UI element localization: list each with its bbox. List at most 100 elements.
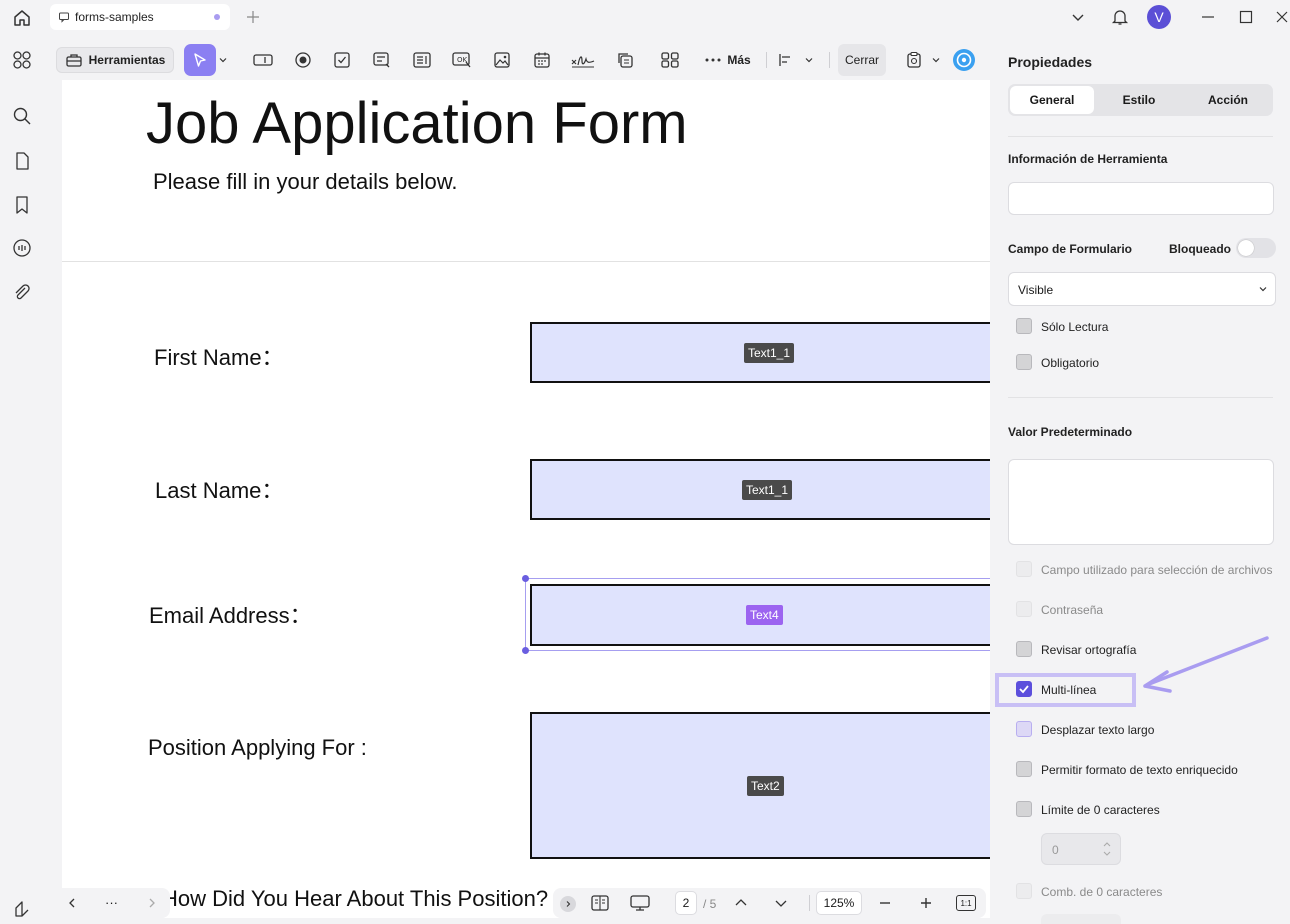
button-tool[interactable]: OK bbox=[450, 47, 474, 73]
tab-action[interactable]: Acción bbox=[1185, 86, 1271, 114]
visibility-select[interactable]: Visible bbox=[1008, 272, 1276, 306]
check-icon bbox=[1019, 685, 1029, 694]
combo-box-tool[interactable] bbox=[370, 47, 394, 73]
grid-layout-icon bbox=[661, 52, 679, 68]
close-button[interactable]: Cerrar bbox=[838, 44, 886, 76]
tooltip-input[interactable] bbox=[1008, 182, 1274, 215]
page-current: 2 bbox=[682, 896, 690, 910]
actual-size-button[interactable]: 1:1 bbox=[956, 895, 976, 911]
pages-icon[interactable] bbox=[11, 150, 33, 172]
image-field-tool[interactable] bbox=[490, 47, 514, 73]
locked-label: Bloqueado bbox=[1169, 242, 1231, 256]
combo-box-icon bbox=[373, 52, 390, 68]
duplicate-tool[interactable] bbox=[613, 47, 637, 73]
reading-mode-icon[interactable] bbox=[590, 894, 610, 912]
page-number-input[interactable]: 2 bbox=[675, 891, 697, 915]
home-icon[interactable] bbox=[11, 7, 33, 29]
signature-tool[interactable] bbox=[568, 47, 598, 73]
bell-icon[interactable] bbox=[1109, 6, 1131, 28]
comb-label: Comb. de 0 caracteres bbox=[1041, 885, 1163, 899]
comments-icon[interactable] bbox=[11, 237, 33, 259]
toggle-knob bbox=[1238, 240, 1254, 256]
default-value-input[interactable] bbox=[1008, 459, 1274, 545]
spellcheck-checkbox[interactable] bbox=[1016, 641, 1032, 657]
radio-button-tool[interactable] bbox=[291, 47, 315, 73]
checkbox-tool[interactable] bbox=[330, 47, 354, 73]
align-left-icon bbox=[779, 54, 790, 66]
form-recognition-dropdown[interactable] bbox=[930, 47, 942, 73]
zoom-out-icon[interactable] bbox=[878, 896, 892, 910]
new-tab-icon[interactable] bbox=[243, 7, 263, 27]
scroll-text-label: Desplazar texto largo bbox=[1041, 723, 1155, 737]
document-tab[interactable]: forms-samples bbox=[50, 4, 230, 30]
title-bar: forms-samples V bbox=[0, 0, 1290, 36]
chevron-right-icon[interactable] bbox=[146, 897, 158, 909]
zoom-in-icon[interactable] bbox=[919, 896, 933, 910]
form-toolbar: Herramientas OK Más Cerrar bbox=[52, 40, 987, 80]
char-limit-label: Límite de 0 caracteres bbox=[1041, 803, 1160, 817]
tooltip-label: Información de Herramienta bbox=[1008, 152, 1168, 166]
close-window-icon[interactable] bbox=[1273, 7, 1290, 27]
grid-icon[interactable] bbox=[11, 49, 33, 71]
chevron-up-icon[interactable] bbox=[734, 896, 748, 910]
document-page: Job Application Form Please fill in your… bbox=[62, 80, 990, 918]
char-limit-stepper[interactable]: 0 bbox=[1041, 833, 1121, 865]
avatar[interactable]: V bbox=[1147, 5, 1171, 29]
char-limit-checkbox[interactable] bbox=[1016, 801, 1032, 817]
text-field-tool[interactable] bbox=[251, 47, 275, 73]
hear-about-label: How Did You Hear About This Position? bbox=[162, 886, 549, 911]
grid-layout-tool[interactable] bbox=[658, 47, 682, 73]
search-icon[interactable] bbox=[11, 105, 33, 127]
chevron-down-icon[interactable] bbox=[774, 896, 788, 910]
divider bbox=[809, 895, 810, 911]
select-tool-dropdown[interactable] bbox=[217, 47, 229, 73]
maximize-icon[interactable] bbox=[1236, 7, 1256, 27]
locked-toggle[interactable] bbox=[1236, 238, 1276, 258]
chevron-left-icon[interactable] bbox=[66, 897, 78, 909]
signature-icon bbox=[571, 56, 595, 68]
required-checkbox[interactable] bbox=[1016, 354, 1032, 370]
readonly-checkbox[interactable] bbox=[1016, 318, 1032, 334]
field-tag: Text1_1 bbox=[742, 480, 793, 500]
divider bbox=[1008, 136, 1273, 137]
position-label: Position Applying For : bbox=[148, 735, 367, 760]
form-recognition-tool[interactable] bbox=[902, 47, 926, 73]
collapse-button[interactable] bbox=[560, 896, 576, 912]
password-checkbox[interactable] bbox=[1016, 601, 1032, 617]
rich-text-label: Permitir formato de texto enriquecido bbox=[1041, 763, 1238, 777]
unsaved-dot bbox=[214, 14, 220, 20]
tab-general[interactable]: General bbox=[1010, 86, 1094, 114]
chevron-down-icon bbox=[932, 58, 940, 63]
date-field-tool[interactable] bbox=[530, 47, 554, 73]
rich-text-checkbox[interactable] bbox=[1016, 761, 1032, 777]
minimize-icon[interactable] bbox=[1198, 7, 1218, 27]
zoom-level[interactable]: 125% bbox=[816, 891, 862, 915]
calendar-icon bbox=[534, 52, 550, 68]
more-button[interactable]: Más bbox=[700, 47, 756, 73]
radio-icon bbox=[295, 52, 311, 68]
checkbox-icon bbox=[334, 52, 350, 68]
align-tool[interactable] bbox=[776, 47, 816, 73]
tab-style[interactable]: Estilo bbox=[1097, 86, 1181, 114]
file-select-checkbox[interactable] bbox=[1016, 561, 1032, 577]
page-total: / 5 bbox=[703, 897, 717, 911]
comb-checkbox[interactable] bbox=[1016, 883, 1032, 899]
ai-assistant-button[interactable] bbox=[951, 47, 977, 73]
bookmark-icon[interactable] bbox=[11, 194, 33, 216]
comment-icon bbox=[59, 12, 69, 23]
chevron-down-icon[interactable] bbox=[1068, 7, 1088, 27]
resize-handle[interactable] bbox=[522, 647, 529, 654]
attachment-icon[interactable] bbox=[11, 282, 33, 304]
ai-icon[interactable] bbox=[11, 898, 33, 920]
tools-button[interactable]: Herramientas bbox=[56, 47, 174, 73]
chevron-right-icon bbox=[566, 901, 571, 907]
resize-handle[interactable] bbox=[522, 575, 529, 582]
presentation-icon[interactable] bbox=[629, 894, 651, 912]
comb-input[interactable] bbox=[1041, 914, 1121, 924]
select-tool-button[interactable] bbox=[184, 44, 216, 76]
nav-more[interactable]: ··· bbox=[105, 895, 118, 910]
scroll-text-checkbox[interactable] bbox=[1016, 721, 1032, 737]
tab-label: forms-samples bbox=[75, 10, 154, 24]
list-box-tool[interactable] bbox=[410, 47, 434, 73]
multiline-checkbox[interactable] bbox=[1016, 681, 1032, 697]
